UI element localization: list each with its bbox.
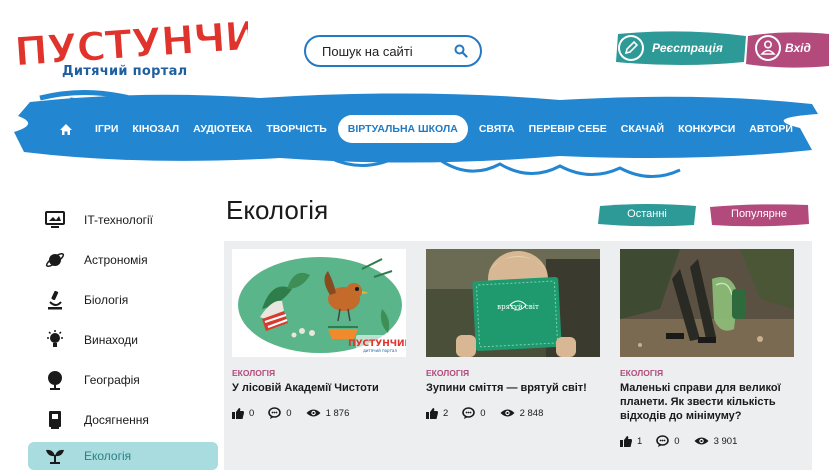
views-stat: 2 848 bbox=[500, 407, 544, 419]
views-count: 2 848 bbox=[519, 407, 544, 419]
tab-latest-label[interactable]: Останні bbox=[596, 208, 698, 220]
logo-subtitle: Дитячий портал bbox=[62, 64, 188, 79]
nav-item-holidays[interactable]: СВЯТА bbox=[472, 123, 522, 135]
article-title[interactable]: Маленькі справи для великої планети. Як … bbox=[620, 381, 794, 423]
nav-item-test-yourself[interactable]: ПЕРЕВІР СЕБЕ bbox=[522, 123, 614, 135]
sidebar-item-label: Біологія bbox=[84, 293, 129, 307]
comment-icon bbox=[268, 407, 282, 419]
eye-icon bbox=[306, 409, 321, 417]
search-box[interactable] bbox=[304, 35, 482, 67]
views-stat: 3 901 bbox=[694, 435, 738, 447]
sidebar-item-inventions[interactable]: Винаходи bbox=[28, 320, 218, 360]
article-card[interactable]: ЕКОЛОГІЯ Маленькі справи для великої пла… bbox=[620, 249, 794, 470]
monitor-icon bbox=[44, 209, 66, 231]
sidebar-item-label: Географія bbox=[84, 373, 140, 387]
nav-item-virtual-school[interactable]: ВІРТУАЛЬНА ШКОЛА bbox=[337, 115, 468, 143]
article-category[interactable]: ЕКОЛОГІЯ bbox=[620, 368, 794, 378]
article-card[interactable]: ПУСТУНЧИК дитячий портал ЕКОЛОГІЯ У лісо… bbox=[232, 249, 406, 470]
sidebar-item-achievements[interactable]: Досягнення bbox=[28, 400, 218, 440]
nav-item-cinema[interactable]: КІНОЗАЛ bbox=[125, 123, 186, 135]
thumbs-up-icon bbox=[426, 407, 438, 419]
likes-stat[interactable]: 0 bbox=[232, 407, 255, 419]
main-nav: ІГРИ КІНОЗАЛ АУДІОТЕКА ТВОРЧІСТЬ ВІРТУАЛ… bbox=[56, 113, 800, 145]
microscope-icon bbox=[44, 289, 66, 311]
article-image[interactable]: врятуй світ bbox=[426, 249, 600, 357]
thumbs-up-icon bbox=[620, 435, 632, 447]
eye-icon bbox=[694, 437, 709, 445]
nav-item-audio[interactable]: АУДІОТЕКА bbox=[186, 123, 259, 135]
nav-item-creativity[interactable]: ТВОРЧІСТЬ bbox=[259, 123, 333, 135]
sidebar-item-label: Екологія bbox=[84, 449, 132, 463]
comment-icon bbox=[462, 407, 476, 419]
category-sidebar: IT-технології Астрономія Біологія Винахо… bbox=[28, 200, 218, 470]
comments-stat[interactable]: 0 bbox=[462, 407, 486, 419]
views-stat: 1 876 bbox=[306, 407, 350, 419]
nav-item-download[interactable]: СКАЧАЙ bbox=[614, 123, 671, 135]
planet-icon bbox=[44, 249, 66, 271]
sidebar-item-ecology[interactable]: Екологія bbox=[28, 442, 218, 470]
article-image[interactable]: ПУСТУНЧИК дитячий портал bbox=[232, 249, 406, 357]
comments-count: 0 bbox=[674, 435, 680, 447]
likes-count: 1 bbox=[637, 435, 643, 447]
home-icon[interactable] bbox=[56, 119, 76, 139]
login-label[interactable]: Вхід bbox=[785, 41, 811, 55]
comments-stat[interactable]: 0 bbox=[268, 407, 292, 419]
sprout-icon bbox=[44, 445, 66, 467]
views-count: 1 876 bbox=[325, 407, 350, 419]
likes-stat[interactable]: 2 bbox=[426, 407, 449, 419]
likes-count: 0 bbox=[249, 407, 255, 419]
nav-item-authors[interactable]: АВТОРИ bbox=[742, 123, 800, 135]
likes-stat[interactable]: 1 bbox=[620, 435, 643, 447]
article-stats: 1 0 3 901 bbox=[620, 435, 794, 447]
article-image[interactable] bbox=[620, 249, 794, 357]
sidebar-item-it[interactable]: IT-технології bbox=[28, 200, 218, 240]
sign-text: врятуй світ bbox=[497, 303, 539, 311]
comments-count: 0 bbox=[286, 407, 292, 419]
globe-icon bbox=[44, 369, 66, 391]
sidebar-item-label: Винаходи bbox=[84, 333, 138, 347]
nav-item-contests[interactable]: КОНКУРСИ bbox=[671, 123, 742, 135]
eye-icon bbox=[500, 409, 515, 417]
register-label[interactable]: Реєстрація bbox=[652, 41, 723, 55]
sidebar-item-label: Астрономія bbox=[84, 253, 148, 267]
tab-popular-label[interactable]: Популярне bbox=[708, 208, 810, 220]
thumbs-up-icon bbox=[232, 407, 244, 419]
sidebar-item-label: IT-технології bbox=[84, 213, 153, 227]
comments-stat[interactable]: 0 bbox=[656, 435, 680, 447]
likes-count: 2 bbox=[443, 407, 449, 419]
image-logo-badge-sub: дитячий портал bbox=[363, 348, 397, 353]
book-icon bbox=[44, 409, 66, 431]
comments-count: 0 bbox=[480, 407, 486, 419]
article-grid: ПУСТУНЧИК дитячий портал ЕКОЛОГІЯ У лісо… bbox=[224, 241, 812, 470]
lightbulb-icon bbox=[44, 329, 66, 351]
sidebar-item-label: Досягнення bbox=[84, 413, 149, 427]
sidebar-item-biology[interactable]: Біологія bbox=[28, 280, 218, 320]
nav-item-games[interactable]: ІГРИ bbox=[88, 123, 125, 135]
article-stats: 0 0 1 876 bbox=[232, 407, 406, 419]
article-card[interactable]: врятуй світ ЕКОЛОГІЯ Зупини сміття — вря… bbox=[426, 249, 600, 470]
article-title[interactable]: Зупини сміття — врятуй світ! bbox=[426, 381, 600, 395]
article-title[interactable]: У лісовій Академії Чистоти bbox=[232, 381, 406, 395]
search-icon[interactable] bbox=[454, 44, 468, 58]
page-title: Екологія bbox=[226, 195, 329, 225]
comment-icon bbox=[656, 435, 670, 447]
sidebar-item-geography[interactable]: Географія bbox=[28, 360, 218, 400]
sidebar-item-astronomy[interactable]: Астрономія bbox=[28, 240, 218, 280]
page: ПУСТУНЧИК Дитячий портал Реєстрація Вхід bbox=[0, 0, 829, 470]
article-category[interactable]: ЕКОЛОГІЯ bbox=[232, 368, 406, 378]
views-count: 3 901 bbox=[713, 435, 738, 447]
search-input[interactable] bbox=[322, 43, 454, 59]
article-category[interactable]: ЕКОЛОГІЯ bbox=[426, 368, 600, 378]
article-stats: 2 0 2 848 bbox=[426, 407, 600, 419]
